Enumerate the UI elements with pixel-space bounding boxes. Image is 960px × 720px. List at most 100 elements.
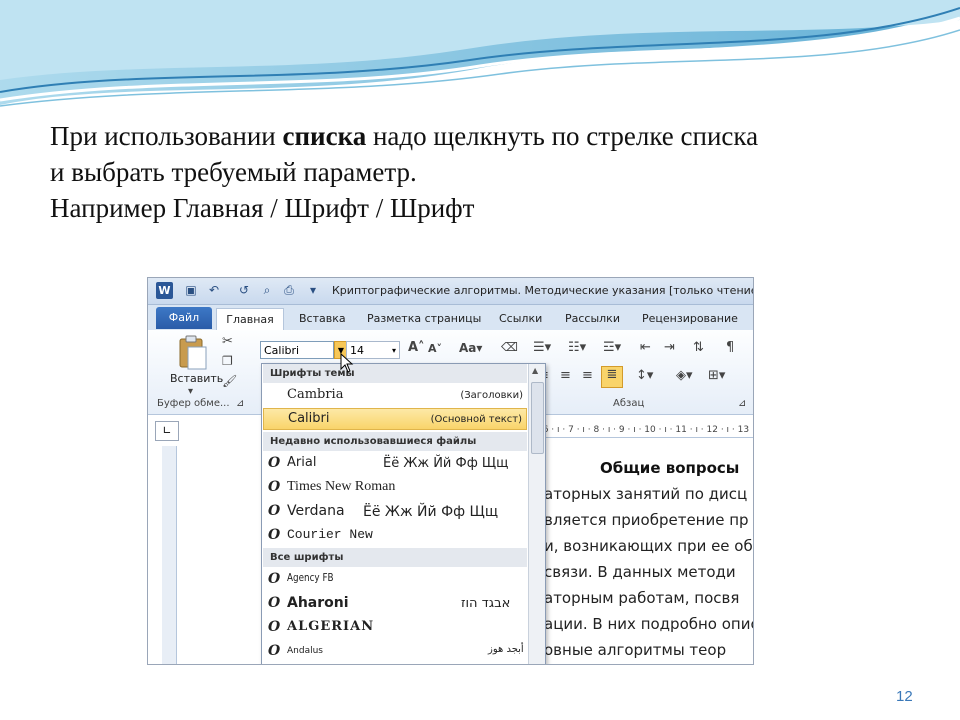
- tab-home[interactable]: Главная: [216, 308, 284, 330]
- font-option-aharoni[interactable]: O Aharoni אבגד הוז: [263, 593, 527, 615]
- print-icon[interactable]: ⎙: [281, 282, 297, 299]
- line1-text: При использовании: [50, 121, 283, 151]
- customize-toolbar-icon[interactable]: ▾: [305, 282, 321, 299]
- font-option-calibri[interactable]: Calibri (Основной текст): [263, 408, 527, 430]
- clear-format-icon[interactable]: ⌫: [501, 340, 518, 354]
- multilevel-list-icon[interactable]: ☲▾: [603, 340, 621, 355]
- slide-line-1: При использовании списка надо щелкнуть п…: [50, 118, 930, 154]
- slide-body-text: При использовании списка надо щелкнуть п…: [50, 118, 930, 226]
- paste-icon[interactable]: [176, 335, 210, 371]
- copy-icon[interactable]: ❐: [222, 354, 233, 368]
- tab-page-layout[interactable]: Разметка страницы: [367, 308, 481, 329]
- font-option-times[interactable]: O Times New Roman: [263, 477, 527, 499]
- font-option-name: Verdana: [287, 503, 345, 519]
- font-option-cambria[interactable]: Cambria (Заголовки): [263, 385, 527, 407]
- dropdown-scrollbar[interactable]: ▲: [528, 364, 545, 664]
- font-option-algerian[interactable]: O ALGERIAN: [263, 617, 527, 639]
- document-line: ации. В них подробно опис: [544, 615, 754, 633]
- opentype-icon: O: [268, 643, 281, 659]
- document-line: вляется приобретение пр: [544, 511, 749, 529]
- line-spacing-icon[interactable]: ↕▾: [636, 368, 653, 383]
- font-option-name: Cambria: [287, 387, 344, 402]
- font-size-arrow-icon[interactable]: ▾: [392, 342, 396, 360]
- font-option-name: Times New Roman: [287, 479, 396, 494]
- tab-references[interactable]: Ссылки: [499, 308, 542, 329]
- sort-icon[interactable]: ⇅: [693, 340, 704, 355]
- document-heading: Общие вопросы: [600, 459, 740, 477]
- shading-icon[interactable]: ◈▾: [676, 368, 693, 383]
- opentype-icon: O: [268, 503, 281, 519]
- mouse-cursor-icon: [340, 353, 354, 373]
- opentype-icon: O: [268, 595, 281, 611]
- undo-icon[interactable]: ↶: [206, 282, 222, 299]
- ribbon-tabs: Файл Главная Вставка Разметка страницы С…: [148, 305, 753, 331]
- redo-icon[interactable]: ↺: [236, 282, 252, 299]
- line1-text-end: надо щелкнуть по стрелке списка: [366, 121, 759, 151]
- font-option-agency[interactable]: O Agency FB: [263, 569, 527, 591]
- grow-font-icon[interactable]: A˄: [408, 340, 425, 355]
- save-icon[interactable]: ▣: [183, 282, 199, 299]
- opentype-icon: O: [268, 619, 281, 635]
- font-option-name: Calibri: [288, 411, 330, 426]
- scroll-up-icon[interactable]: ▲: [532, 366, 538, 375]
- font-option-sample: Ёё Жж Йй Фф Щщ: [383, 456, 509, 471]
- font-option-name: Aharoni: [287, 595, 349, 611]
- tab-file[interactable]: Файл: [156, 307, 212, 329]
- print-preview-icon[interactable]: ⌕: [259, 282, 275, 299]
- document-line: связи. В данных методи: [544, 563, 736, 581]
- window-title: Криптографические алгоритмы. Методически…: [332, 284, 754, 297]
- opentype-icon: O: [268, 527, 281, 543]
- tab-review[interactable]: Рецензирование: [642, 308, 738, 329]
- font-option-courier[interactable]: O Courier New: [263, 525, 527, 547]
- clipboard-launcher-icon[interactable]: ⊿: [236, 398, 244, 409]
- align-right-icon[interactable]: ≡: [582, 368, 593, 383]
- all-fonts-header: Все шрифты: [263, 548, 527, 567]
- slide-line-3: Например Главная / Шрифт / Шрифт: [50, 193, 475, 223]
- align-center-icon[interactable]: ≡: [560, 368, 571, 383]
- font-option-name: Agency FB: [287, 571, 334, 584]
- cut-icon[interactable]: ✂: [222, 334, 233, 349]
- opentype-icon: O: [268, 455, 281, 471]
- decrease-indent-icon[interactable]: ⇤: [640, 340, 651, 355]
- font-option-arial[interactable]: O Arial Ёё Жж Йй Фф Щщ: [263, 453, 527, 475]
- bullets-icon[interactable]: ☰▾: [533, 340, 551, 355]
- show-marks-icon[interactable]: ¶: [726, 340, 734, 355]
- scrollbar-thumb[interactable]: [531, 382, 544, 454]
- font-option-andalus[interactable]: O Andalus أبجد هوز: [263, 641, 527, 663]
- font-option-name: Andalus: [287, 646, 323, 656]
- tab-mailings[interactable]: Рассылки: [565, 308, 620, 329]
- increase-indent-icon[interactable]: ⇥: [664, 340, 675, 355]
- shrink-font-icon[interactable]: A˅: [428, 342, 442, 355]
- format-painter-icon[interactable]: 🖌: [222, 374, 237, 388]
- font-option-sample: Ёё Жж Йй Фф Щщ: [363, 504, 499, 520]
- font-option-tag: (Заголовки): [460, 390, 523, 401]
- word-window-screenshot: W ▣ ↶ ↺ ⌕ ⎙ ▾ Криптографические алгоритм…: [147, 277, 754, 665]
- font-option-name: Courier New: [287, 527, 373, 542]
- font-name-combobox[interactable]: Calibri: [260, 341, 334, 359]
- title-bar: W ▣ ↶ ↺ ⌕ ⎙ ▾ Криптографические алгоритм…: [148, 278, 753, 305]
- font-size-combobox[interactable]: 14 ▾: [346, 341, 400, 359]
- paste-dropdown-icon[interactable]: ▾: [188, 386, 193, 397]
- slide-page-number: 12: [896, 688, 913, 705]
- paragraph-group-label: Абзац: [613, 398, 645, 409]
- font-option-verdana[interactable]: O Verdana Ёё Жж Йй Фф Щщ: [263, 501, 527, 523]
- document-line: аторным работам, посвя: [544, 589, 740, 607]
- justify-icon[interactable]: ≣: [601, 366, 623, 388]
- document-line: и, возникающих при ее об: [544, 537, 753, 555]
- word-app-icon[interactable]: W: [156, 282, 173, 299]
- slide-line-2: и выбрать требуемый параметр.: [50, 157, 417, 187]
- change-case-icon[interactable]: Aa▾: [459, 341, 482, 355]
- numbering-icon[interactable]: ☷▾: [568, 340, 586, 355]
- recent-fonts-header: Недавно использовавшиеся файлы: [263, 432, 527, 451]
- borders-icon[interactable]: ⊞▾: [708, 368, 725, 383]
- font-option-sample: أبجد هوز: [488, 644, 524, 655]
- clipboard-group-label: Буфер обме...: [157, 398, 230, 409]
- tab-insert[interactable]: Вставка: [299, 308, 346, 329]
- paragraph-launcher-icon[interactable]: ⊿: [738, 398, 746, 409]
- document-line: аторных занятий по дисц: [544, 485, 748, 503]
- paste-button-label[interactable]: Вставить: [170, 372, 223, 385]
- tab-selector[interactable]: ∟: [155, 421, 179, 441]
- font-dropdown-list: Шрифты темы Cambria (Заголовки) Calibri …: [261, 363, 546, 664]
- vertical-ruler: [162, 446, 177, 664]
- font-option-name: Arial: [287, 455, 317, 470]
